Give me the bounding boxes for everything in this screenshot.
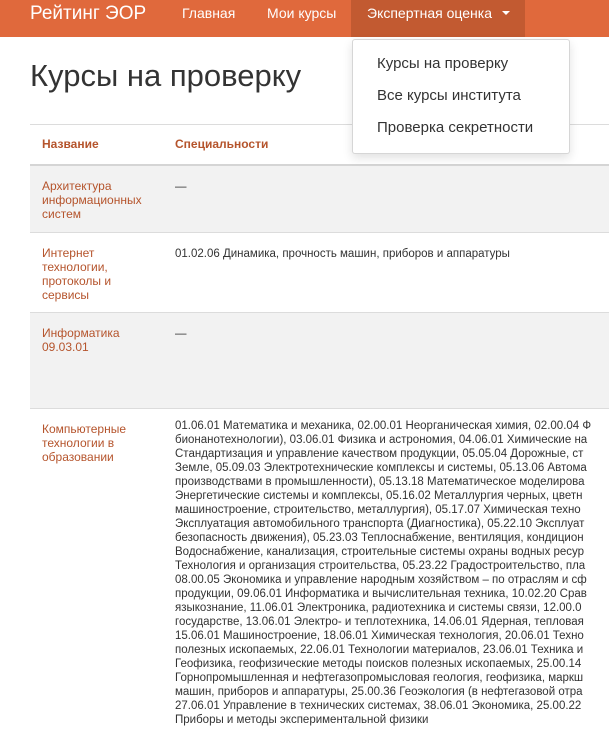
specialty-line: безопасность движения), 05.23.03 Теплосн…: [175, 532, 584, 544]
specialty-line: Земле, 05.09.03 Электротехнические компл…: [175, 462, 587, 474]
table-row: Компьютерные технологии в образовании 01…: [30, 409, 609, 741]
specialties-cell: 01.06.01 Математика и механика, 02.00.01…: [175, 419, 609, 727]
top-navbar: Рейтинг ЭОР Главная Мои курсы Экспертная…: [0, 0, 609, 37]
dropdown-item-secrecy-check[interactable]: Проверка секретности: [377, 119, 533, 136]
dropdown-item-all-institute-courses[interactable]: Все курсы института: [377, 87, 521, 104]
specialty-line: Эксплуатация автомобильного транспорта (…: [175, 518, 585, 530]
brand-link[interactable]: Рейтинг ЭОР: [30, 3, 146, 25]
specialty-line: языкознание, 11.06.01 Электроника, радио…: [175, 602, 582, 614]
specialty-line: машин, приборов и аппаратуры, 25.00.36 Г…: [175, 686, 583, 698]
nav-expert-dropdown-toggle[interactable]: Экспертная оценка: [351, 0, 525, 37]
specialties-cell: —: [175, 181, 187, 193]
specialties-cell: 01.02.06 Динамика, прочность машин, приб…: [175, 248, 510, 260]
specialty-line: машиностроение, строительство, металлург…: [175, 504, 581, 516]
column-header-name[interactable]: Название: [42, 137, 99, 151]
specialty-line: Водоснабжение, канализация, строительные…: [175, 546, 585, 558]
expert-dropdown-menu: Курсы на проверку Все курсы института Пр…: [352, 39, 570, 154]
specialty-line: Приборы и методы экспериментальной физик…: [175, 714, 429, 726]
specialty-line: 15.06.01 Машиностроение, 18.06.01 Химиче…: [175, 630, 584, 642]
specialty-line: Энергетические системы и комплексы, 05.1…: [175, 490, 583, 502]
table-row: Информатика 09.03.01 —: [30, 313, 609, 408]
specialty-line: полезных ископаемых, 22.06.01 Технологии…: [175, 644, 584, 656]
table-row: Интернет технологии, протоколы и сервисы…: [30, 233, 609, 312]
specialties-cell: —: [175, 328, 187, 340]
nav-expert-label: Экспертная оценка: [367, 5, 492, 21]
specialty-line: производствами в промышленности), 05.13.…: [175, 476, 585, 488]
specialty-line: 27.06.01 Управление в технических систем…: [175, 700, 582, 712]
specialty-line: государстве, 13.06.01 Электро- и теплоте…: [175, 616, 584, 628]
specialty-line: бионанотехнологии), 03.06.01 Физика и ас…: [175, 434, 588, 446]
courses-table: Название Специальности Архитектура инфор…: [30, 124, 609, 741]
specialty-line: Технология и организация строительства, …: [175, 560, 586, 572]
specialty-line: 01.06.01 Математика и механика, 02.00.01…: [175, 420, 592, 432]
course-link[interactable]: Архитектура информационных систем: [42, 179, 152, 221]
specialty-line: продукции, 09.06.01 Информатика и вычисл…: [175, 588, 587, 600]
specialty-line: Стандартизация и управление качеством пр…: [175, 448, 584, 460]
course-link[interactable]: Интернет технологии, протоколы и сервисы: [42, 246, 152, 302]
dropdown-item-courses-review[interactable]: Курсы на проверку: [377, 55, 508, 72]
specialty-line: 08.00.05 Экономика и управление народным…: [175, 574, 587, 586]
course-link[interactable]: Информатика 09.03.01: [42, 326, 152, 354]
table-row: Архитектура информационных систем —: [30, 166, 609, 232]
caret-down-icon: [502, 11, 510, 15]
nav-home-link[interactable]: Главная: [182, 5, 235, 21]
course-link[interactable]: Компьютерные технологии в образовании: [42, 422, 152, 464]
specialty-line: Геофизика, геофизические методы поисков …: [175, 658, 582, 670]
column-header-specialties: Специальности: [175, 137, 269, 151]
specialty-line: Горнопромышленная и нефтегазопромысловая…: [175, 672, 584, 684]
page-title: Курсы на проверку: [30, 58, 302, 93]
nav-my-courses-link[interactable]: Мои курсы: [267, 5, 336, 21]
